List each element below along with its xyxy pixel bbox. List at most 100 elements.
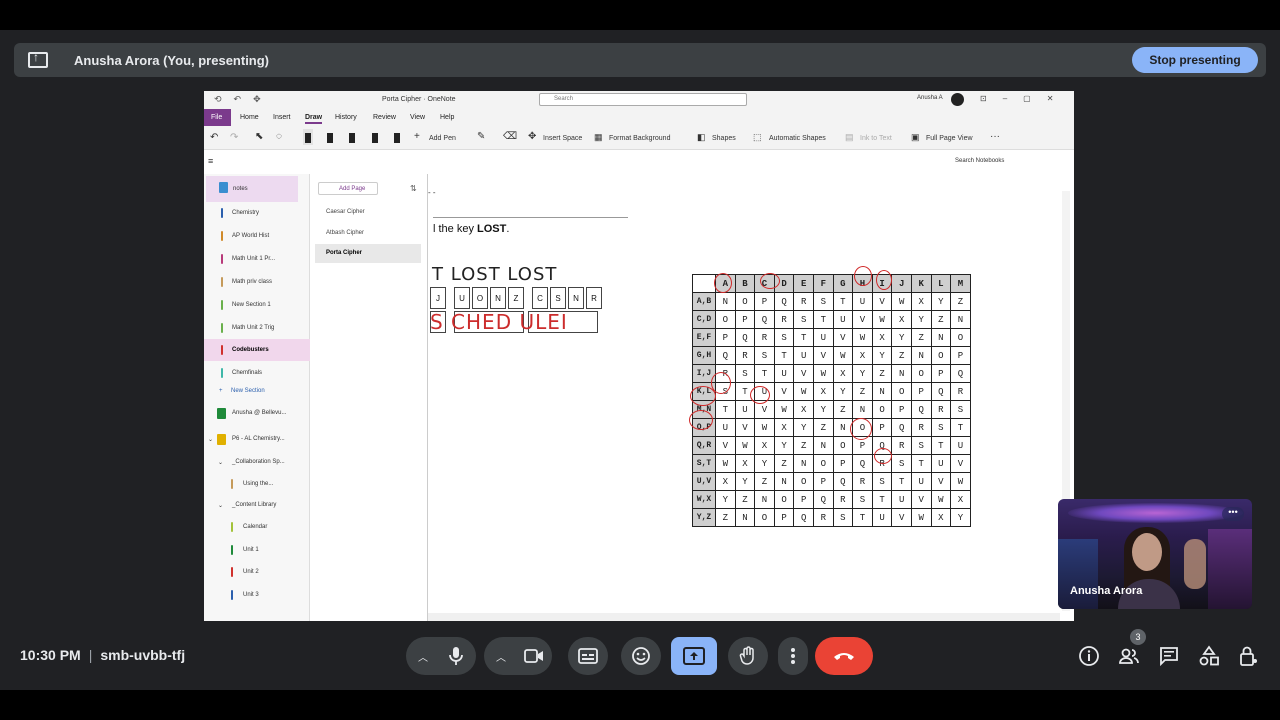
- notebook-item[interactable]: ⌄ P6 - AL Chemistry...: [204, 428, 310, 450]
- avatar[interactable]: [951, 93, 964, 106]
- section-group[interactable]: ⌄ _Collaboration Sp...: [204, 451, 310, 473]
- notebook-notes[interactable]: notes: [206, 176, 298, 202]
- table-cell: Y: [715, 490, 736, 509]
- more-options-icon[interactable]: •••: [1222, 507, 1244, 521]
- horizontal-scrollbar[interactable]: [428, 613, 1060, 621]
- menu-review[interactable]: Review: [373, 114, 396, 121]
- table-cell: Y: [754, 454, 775, 473]
- highlighter-yellow[interactable]: [392, 129, 402, 145]
- section-item[interactable]: Math Unit 2 Trig: [204, 317, 310, 339]
- eraser-icon[interactable]: ⌫: [503, 131, 517, 142]
- hamburger-icon[interactable]: ≡: [208, 156, 213, 166]
- section-group[interactable]: ⌄ _Content Library: [204, 494, 310, 516]
- section-item[interactable]: Calendar: [204, 516, 310, 538]
- activities-button[interactable]: [1198, 645, 1220, 667]
- table-row: U,V X Y Z N O P Q R S T U V W: [692, 472, 971, 491]
- section-item[interactable]: Math priv class: [204, 271, 310, 293]
- onenote-search-box[interactable]: Search: [539, 93, 747, 106]
- onenote-window: ⟲↶✥ Porta Cipher · OneNote Search Anusha…: [204, 91, 1074, 621]
- table-cell: Z: [773, 454, 795, 473]
- raise-hand-button[interactable]: [728, 637, 768, 675]
- leave-call-button[interactable]: [815, 637, 873, 675]
- chat-button[interactable]: [1158, 645, 1180, 667]
- format-background-button[interactable]: Format Background: [609, 135, 670, 142]
- table-cell: V: [773, 382, 795, 401]
- search-notebooks[interactable]: Search Notebooks: [955, 158, 1004, 164]
- section-item[interactable]: Unit 1: [204, 539, 310, 561]
- page-canvas[interactable]: - - l the key LOST. T LOST LOST J U O N …: [428, 174, 1074, 621]
- menu-view[interactable]: View: [410, 114, 425, 121]
- section-color-tab: [221, 345, 223, 355]
- cipher-boxes: J U O N Z C S N R: [430, 287, 604, 309]
- present-button[interactable]: [671, 637, 717, 675]
- table-cell: N: [734, 508, 756, 527]
- add-page-button[interactable]: Add Page: [318, 182, 378, 195]
- menu-help[interactable]: Help: [440, 114, 454, 121]
- menu-history[interactable]: History: [335, 114, 357, 121]
- reactions-button[interactable]: [621, 637, 661, 675]
- chevron-down-icon[interactable]: ⌄: [218, 459, 223, 466]
- table-cell: Q: [852, 454, 873, 473]
- insert-space-button[interactable]: Insert Space: [543, 135, 582, 142]
- present-screen-icon: [28, 50, 48, 68]
- table-cell: Y: [812, 400, 834, 419]
- add-pen-button[interactable]: Add Pen: [429, 135, 456, 142]
- ink-to-text-button[interactable]: Ink to Text: [860, 135, 892, 142]
- section-item[interactable]: Using the...: [204, 473, 310, 495]
- undo-icon[interactable]: ↶: [210, 132, 218, 143]
- host-controls-button[interactable]: [1238, 645, 1260, 667]
- full-page-view-button[interactable]: Full Page View: [926, 135, 973, 142]
- menu-draw[interactable]: Draw: [305, 114, 323, 124]
- page-item-porta-cipher[interactable]: Porta Cipher: [315, 244, 421, 263]
- mic-options-chevron-icon[interactable]: ︿: [406, 637, 440, 675]
- section-item[interactable]: Math Unit 1 Pr...: [204, 248, 310, 270]
- camera-button[interactable]: [514, 637, 554, 675]
- chevron-down-icon[interactable]: ⌄: [218, 502, 223, 509]
- section-item[interactable]: New Section 1: [204, 294, 310, 316]
- redo-icon[interactable]: ↷: [230, 132, 238, 143]
- page-item[interactable]: Caesar Cipher: [315, 203, 421, 222]
- more-options-icon[interactable]: ···: [990, 131, 1000, 142]
- section-item[interactable]: Unit 2: [204, 561, 310, 583]
- table-cell: P: [832, 454, 854, 473]
- shapes-button[interactable]: Shapes: [712, 135, 736, 142]
- captions-button[interactable]: [568, 637, 608, 675]
- menu-file[interactable]: File: [204, 109, 231, 126]
- section-item[interactable]: Chemistry: [204, 202, 310, 224]
- people-button[interactable]: [1118, 645, 1140, 667]
- menu-home[interactable]: Home: [240, 114, 259, 121]
- new-section-button[interactable]: + New Section: [204, 380, 310, 402]
- menu-insert[interactable]: Insert: [273, 114, 291, 121]
- table-cell: O: [773, 490, 795, 509]
- pen-black[interactable]: [325, 129, 335, 145]
- notebook-item[interactable]: Anusha @ Bellevu...: [204, 402, 310, 424]
- self-video-tile: Anusha Arora •••: [1058, 499, 1252, 609]
- table-cell: S: [773, 328, 795, 347]
- page-item[interactable]: Atbash Cipher: [315, 224, 421, 243]
- camera-options-chevron-icon[interactable]: ︿: [484, 637, 518, 675]
- pen-dark[interactable]: [370, 129, 380, 145]
- sort-icon[interactable]: ⇅: [410, 184, 417, 193]
- table-cell: T: [715, 400, 736, 419]
- automatic-shapes-button[interactable]: Automatic Shapes: [769, 135, 826, 142]
- ruler-icon[interactable]: ✎: [477, 131, 485, 142]
- section-label: Chemistry: [232, 210, 260, 216]
- lasso-icon[interactable]: ◌: [276, 131, 282, 142]
- window-controls[interactable]: ⊡–▢✕: [980, 94, 1069, 103]
- section-item[interactable]: AP World Hist: [204, 225, 310, 247]
- more-options-button[interactable]: [778, 637, 808, 675]
- microphone-button[interactable]: [436, 637, 476, 675]
- section-item-codebusters[interactable]: Codebusters: [204, 339, 310, 361]
- chevron-down-icon[interactable]: ⌄: [208, 436, 213, 443]
- pen-black-selected[interactable]: [303, 129, 313, 145]
- stop-presenting-button[interactable]: Stop presenting: [1132, 47, 1258, 73]
- meeting-details-button[interactable]: [1078, 645, 1100, 667]
- section-label: New Section 1: [232, 302, 271, 308]
- title-nav-icons[interactable]: ⟲↶✥: [214, 94, 273, 105]
- table-cell: P: [812, 472, 834, 491]
- section-item[interactable]: Unit 3: [204, 584, 310, 606]
- pen-red[interactable]: [347, 129, 357, 145]
- table-cell: S: [812, 292, 834, 311]
- select-icon[interactable]: ⬉: [255, 131, 263, 142]
- table-cell: O: [734, 292, 756, 311]
